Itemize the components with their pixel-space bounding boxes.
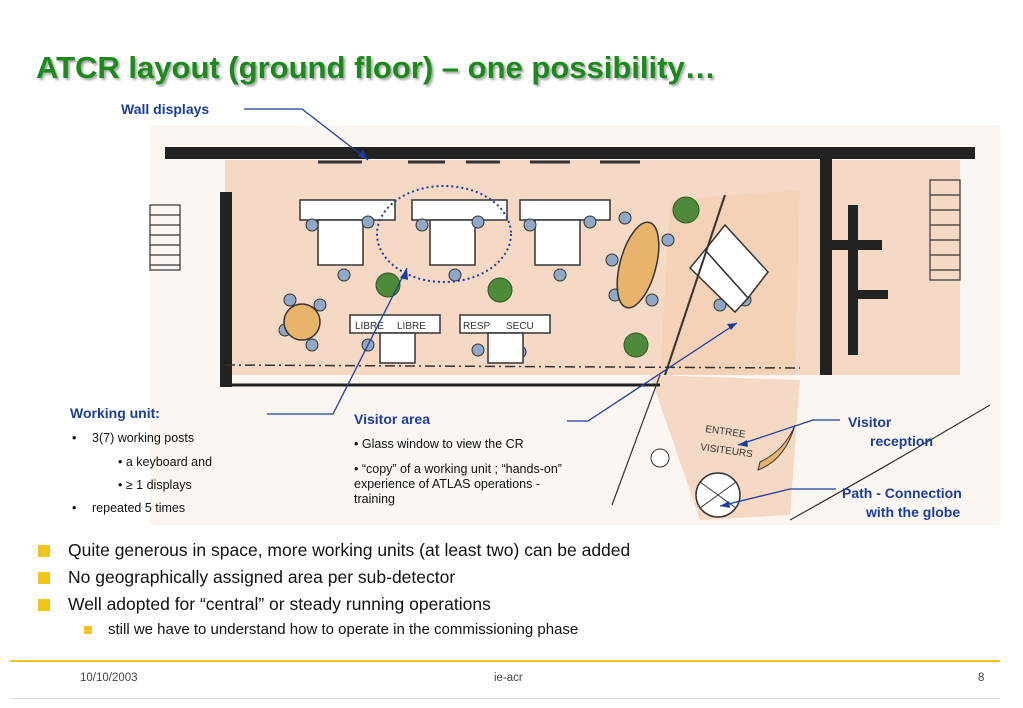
footer-page-number: 8 (978, 672, 985, 684)
bullet-square-icon (38, 572, 50, 584)
visitor-area-item-2: • “copy” of a working unit ; “hands-on” … (354, 462, 562, 506)
label-wall-displays: Wall displays (121, 101, 210, 117)
label-visitor-reception: Visitor reception (848, 413, 933, 451)
footer-divider (10, 660, 1000, 662)
bullet-square-icon (38, 599, 50, 611)
footer-bottom-line (10, 698, 1000, 699)
working-unit-desks (299, 199, 611, 266)
right-wall-1 (820, 155, 832, 375)
path-line-1: Path - Connection (842, 485, 962, 501)
desk-label-secu: SECU (506, 321, 534, 332)
right-wall-3 (832, 240, 882, 250)
right-wall-4 (848, 290, 888, 299)
visitor-reception-line-1: Visitor (848, 414, 892, 430)
sub-bullet-square-icon (84, 626, 92, 634)
footer-center-text: ie-acr (494, 672, 523, 684)
top-wall (165, 147, 975, 159)
bullet-list: Quite generous in space, more working un… (36, 540, 630, 643)
working-unit-item-4: • repeated 5 times (72, 501, 186, 515)
desk-label-libre-2: LIBRE (397, 321, 426, 332)
visitor-reception-line-2: reception (870, 433, 934, 449)
bullet-item: No geographically assigned area per sub-… (36, 567, 455, 594)
working-unit-item-1: • 3(7) working posts (72, 431, 195, 445)
desk-label-resp: RESP (463, 321, 491, 332)
footer-date: 10/10/2003 (80, 672, 138, 684)
visitor-area-item-1: • Glass window to view the CR (354, 437, 524, 451)
working-unit-item-2: • a keyboard and (118, 455, 213, 469)
bullet-item: Well adopted for “central” or steady run… (36, 594, 491, 621)
reception-stool (650, 448, 670, 468)
bullet-item: Quite generous in space, more working un… (36, 540, 630, 567)
label-visitor-area: Visitor area (354, 411, 431, 427)
label-working-unit: Working unit: (70, 405, 160, 421)
label-path-connection: Path - Connection with the globe (842, 484, 962, 522)
bullet-square-icon (38, 545, 50, 557)
right-wall-2 (848, 205, 858, 355)
path-line-2: with the globe (866, 504, 961, 520)
round-table (283, 303, 321, 341)
left-wall (220, 192, 232, 387)
working-unit-item-3: • ≥ 1 displays (118, 478, 192, 492)
